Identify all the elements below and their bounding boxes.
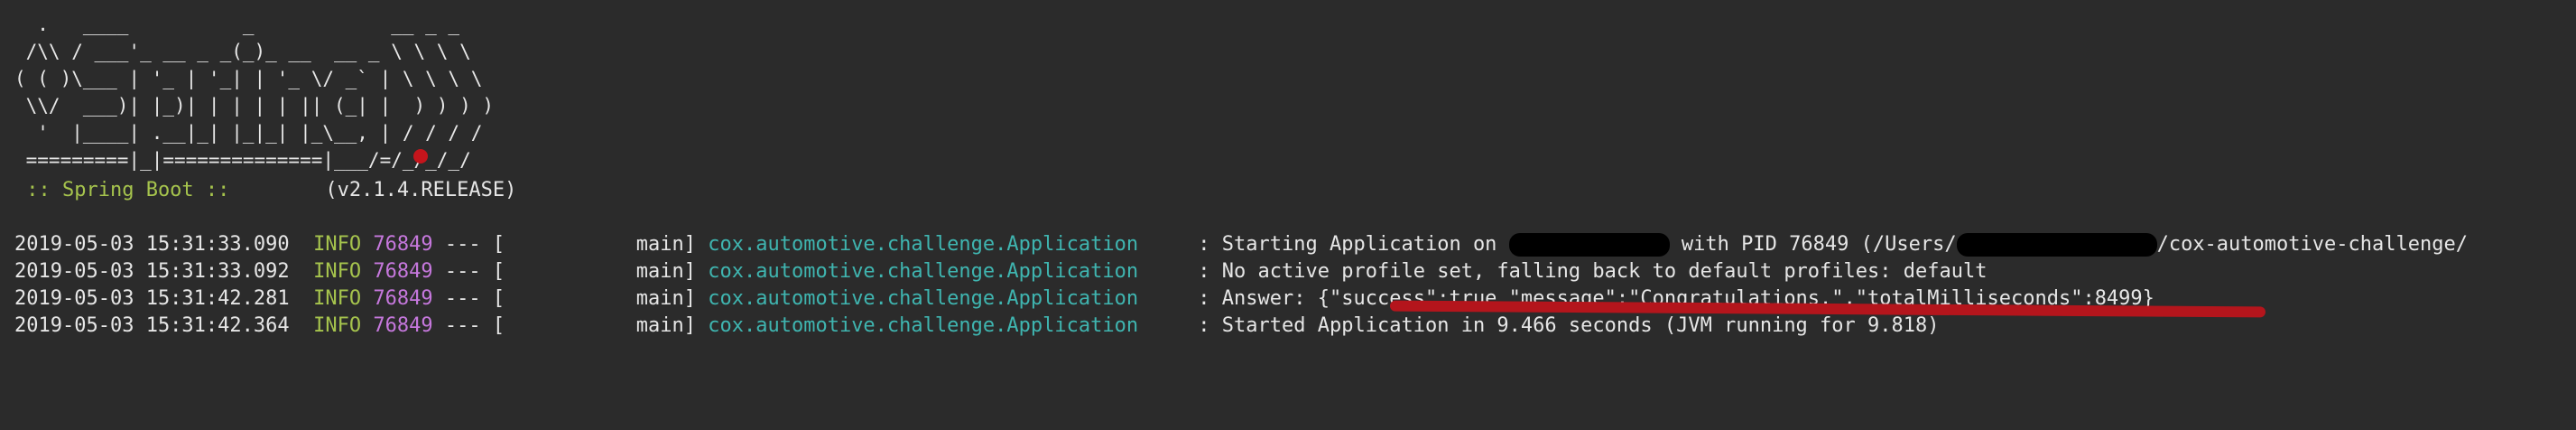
log-level: INFO: [313, 260, 362, 283]
log-level: INFO: [313, 287, 362, 310]
log-timestamp: 2019-05-03 15:31:42.281: [14, 287, 290, 310]
log-timestamp: 2019-05-03 15:31:33.092: [14, 260, 290, 283]
log-message: : Started Application in 9.466 seconds (…: [1138, 314, 1940, 337]
log-line: 2019-05-03 15:31:42.364 INFO 76849 --- […: [14, 313, 2468, 340]
log-pid: 76849: [373, 314, 433, 337]
spring-boot-version-line: :: Spring Boot :: (v2.1.4.RELEASE): [14, 177, 516, 204]
log-logger: cox.automotive.challenge.Application: [708, 314, 1139, 337]
log-output: 2019-05-03 15:31:33.090 INFO 76849 --- […: [14, 231, 2468, 340]
log-timestamp: 2019-05-03 15:31:33.090: [14, 233, 290, 256]
log-thread: --- [ main]: [432, 260, 709, 283]
redacted-hostname: [1508, 233, 1670, 257]
log-thread: --- [ main]: [432, 287, 709, 310]
log-level: INFO: [313, 233, 362, 256]
log-line: 2019-05-03 15:31:33.090 INFO 76849 --- […: [14, 231, 2468, 258]
log-line: 2019-05-03 15:31:33.092 INFO 76849 --- […: [14, 258, 2468, 285]
log-level: INFO: [313, 314, 362, 337]
log-logger: cox.automotive.challenge.Application: [708, 260, 1139, 283]
log-message: : Starting Application on: [1138, 233, 1509, 256]
terminal-window: . ____ _ __ _ _ /\\ / ___'_ __ _ _(_)_ _…: [0, 0, 2576, 430]
log-pid: 76849: [373, 287, 433, 310]
red-dot-annotation: [413, 149, 428, 164]
log-message: : No active profile set, falling back to…: [1138, 260, 1988, 283]
log-message-continued: with PID 76849 (/Users/: [1669, 233, 1957, 256]
log-logger: cox.automotive.challenge.Application: [708, 287, 1139, 310]
log-thread: --- [ main]: [432, 233, 709, 256]
redacted-username: [1956, 233, 2157, 257]
spring-boot-version: (v2.1.4.RELEASE): [241, 179, 517, 201]
log-pid: 76849: [373, 233, 433, 256]
log-message-path: /cox-automotive-challenge/: [2156, 233, 2468, 256]
log-pid: 76849: [373, 260, 433, 283]
spring-boot-label: :: Spring Boot ::: [14, 179, 242, 201]
log-timestamp: 2019-05-03 15:31:42.364: [14, 314, 290, 337]
log-logger: cox.automotive.challenge.Application: [708, 233, 1139, 256]
log-thread: --- [ main]: [432, 314, 709, 337]
